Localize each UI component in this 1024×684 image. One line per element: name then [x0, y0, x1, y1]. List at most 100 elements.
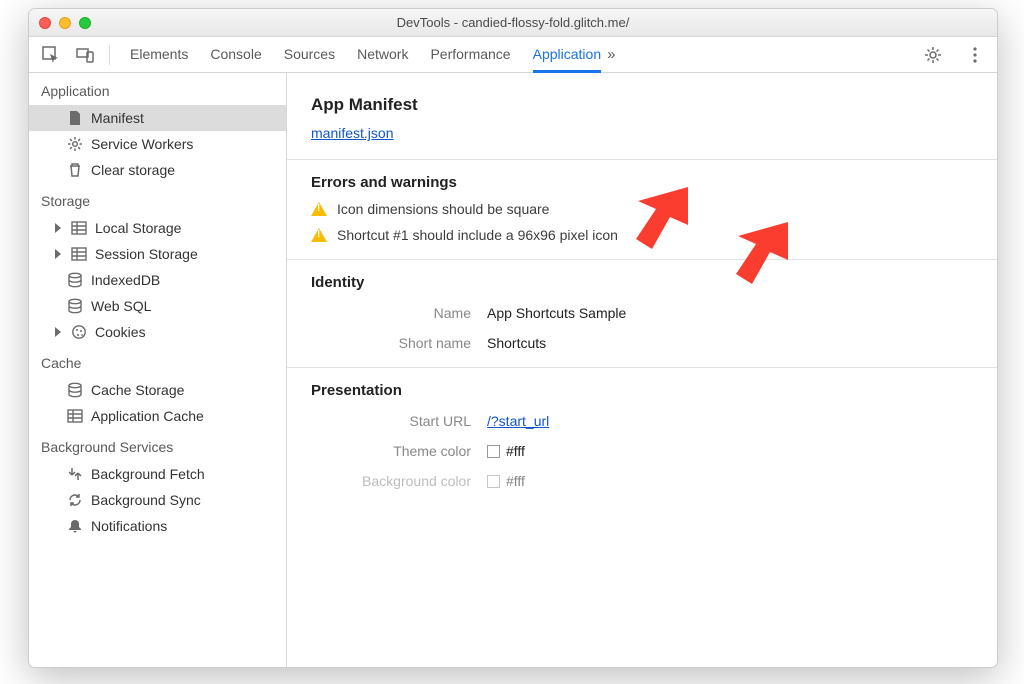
- manifest-link[interactable]: manifest.json: [311, 125, 393, 141]
- sidebar-label: Cookies: [95, 324, 146, 340]
- sidebar-item-indexeddb[interactable]: IndexedDB: [29, 267, 286, 293]
- devtools-toolbar: Elements Console Sources Network Perform…: [29, 37, 997, 73]
- warning-icon: [311, 228, 327, 242]
- devtools-window: DevTools - candied-flossy-fold.glitch.me…: [28, 8, 998, 668]
- settings-gear-icon[interactable]: [923, 45, 943, 65]
- sidebar-group-storage: Storage: [29, 183, 286, 215]
- identity-name-row: Name App Shortcuts Sample: [311, 305, 973, 321]
- sidebar-item-background-sync[interactable]: Background Sync: [29, 487, 286, 513]
- warning-row: Icon dimensions should be square: [311, 201, 973, 217]
- grid-icon: [67, 408, 83, 424]
- window-title: DevTools - candied-flossy-fold.glitch.me…: [397, 15, 630, 30]
- tab-performance[interactable]: Performance: [430, 38, 510, 72]
- sidebar-item-cache-storage[interactable]: Cache Storage: [29, 377, 286, 403]
- maximize-window-button[interactable]: [79, 17, 91, 29]
- database-icon: [67, 272, 83, 288]
- grid-icon: [71, 246, 87, 262]
- file-icon: [67, 110, 83, 126]
- expand-triangle-icon: [55, 327, 61, 337]
- start-url-row: Start URL /?start_url: [311, 413, 973, 429]
- separator: [109, 45, 110, 65]
- application-sidebar: Application Manifest Service Workers Cle…: [29, 73, 287, 667]
- sidebar-label: Background Sync: [91, 492, 201, 508]
- warning-row: Shortcut #1 should include a 96x96 pixel…: [311, 227, 973, 243]
- sidebar-label: Notifications: [91, 518, 167, 534]
- sidebar-label: Clear storage: [91, 162, 175, 178]
- field-value: App Shortcuts Sample: [487, 305, 626, 321]
- field-label: Theme color: [311, 443, 487, 459]
- identity-heading: Identity: [311, 274, 973, 291]
- divider: [287, 159, 997, 160]
- sidebar-item-service-workers[interactable]: Service Workers: [29, 131, 286, 157]
- sidebar-label: IndexedDB: [91, 272, 160, 288]
- tab-console[interactable]: Console: [210, 38, 261, 72]
- identity-shortname-row: Short name Shortcuts: [311, 335, 973, 351]
- grid-icon: [71, 220, 87, 236]
- tab-elements[interactable]: Elements: [130, 38, 188, 72]
- sidebar-item-application-cache[interactable]: Application Cache: [29, 403, 286, 429]
- sidebar-item-manifest[interactable]: Manifest: [29, 105, 286, 131]
- sidebar-item-notifications[interactable]: Notifications: [29, 513, 286, 539]
- divider: [287, 367, 997, 368]
- background-color-row: Background color #fff: [311, 473, 973, 489]
- sidebar-label: Application Cache: [91, 408, 204, 424]
- page-title: App Manifest: [311, 95, 973, 115]
- tab-application[interactable]: Application: [533, 38, 602, 73]
- sidebar-item-local-storage[interactable]: Local Storage: [29, 215, 286, 241]
- sidebar-group-background: Background Services: [29, 429, 286, 461]
- sidebar-label: Web SQL: [91, 298, 151, 314]
- errors-heading: Errors and warnings: [311, 174, 973, 191]
- expand-triangle-icon: [55, 249, 61, 259]
- sidebar-group-application: Application: [29, 73, 286, 105]
- field-value: Shortcuts: [487, 335, 546, 351]
- tab-sources[interactable]: Sources: [284, 38, 335, 72]
- field-label: Short name: [311, 335, 487, 351]
- start-url-link[interactable]: /?start_url: [487, 413, 549, 429]
- divider: [287, 259, 997, 260]
- database-icon: [67, 382, 83, 398]
- sidebar-label: Manifest: [91, 110, 144, 126]
- sidebar-item-cookies[interactable]: Cookies: [29, 319, 286, 345]
- titlebar: DevTools - candied-flossy-fold.glitch.me…: [29, 9, 997, 37]
- kebab-menu-icon[interactable]: [965, 45, 985, 65]
- sidebar-label: Cache Storage: [91, 382, 184, 398]
- device-toggle-icon[interactable]: [75, 45, 95, 65]
- tab-network[interactable]: Network: [357, 38, 408, 72]
- sidebar-label: Service Workers: [91, 136, 193, 152]
- panel-tabs: Elements Console Sources Network Perform…: [130, 38, 601, 72]
- inspect-element-icon[interactable]: [41, 45, 61, 65]
- sidebar-item-websql[interactable]: Web SQL: [29, 293, 286, 319]
- field-value: #fff: [487, 473, 525, 489]
- field-label: Name: [311, 305, 487, 321]
- traffic-lights: [39, 17, 91, 29]
- cookie-icon: [71, 324, 87, 340]
- field-value: #fff: [487, 443, 525, 459]
- warning-text: Icon dimensions should be square: [337, 201, 549, 217]
- sidebar-item-background-fetch[interactable]: Background Fetch: [29, 461, 286, 487]
- color-swatch: [487, 445, 500, 458]
- close-window-button[interactable]: [39, 17, 51, 29]
- database-icon: [67, 298, 83, 314]
- expand-triangle-icon: [55, 223, 61, 233]
- sidebar-label: Local Storage: [95, 220, 181, 236]
- field-label: Start URL: [311, 413, 487, 429]
- sidebar-item-session-storage[interactable]: Session Storage: [29, 241, 286, 267]
- color-swatch: [487, 475, 500, 488]
- trash-icon: [67, 162, 83, 178]
- bell-icon: [67, 518, 83, 534]
- fetch-icon: [67, 466, 83, 482]
- warning-icon: [311, 202, 327, 216]
- sync-icon: [67, 492, 83, 508]
- sidebar-label: Background Fetch: [91, 466, 205, 482]
- sidebar-item-clear-storage[interactable]: Clear storage: [29, 157, 286, 183]
- minimize-window-button[interactable]: [59, 17, 71, 29]
- more-tabs-icon[interactable]: »: [607, 46, 612, 63]
- field-label: Background color: [311, 473, 487, 489]
- sidebar-label: Session Storage: [95, 246, 198, 262]
- gear-icon: [67, 136, 83, 152]
- manifest-panel: App Manifest manifest.json Errors and wa…: [287, 73, 997, 667]
- presentation-heading: Presentation: [311, 382, 973, 399]
- warning-text: Shortcut #1 should include a 96x96 pixel…: [337, 227, 618, 243]
- theme-color-row: Theme color #fff: [311, 443, 973, 459]
- sidebar-group-cache: Cache: [29, 345, 286, 377]
